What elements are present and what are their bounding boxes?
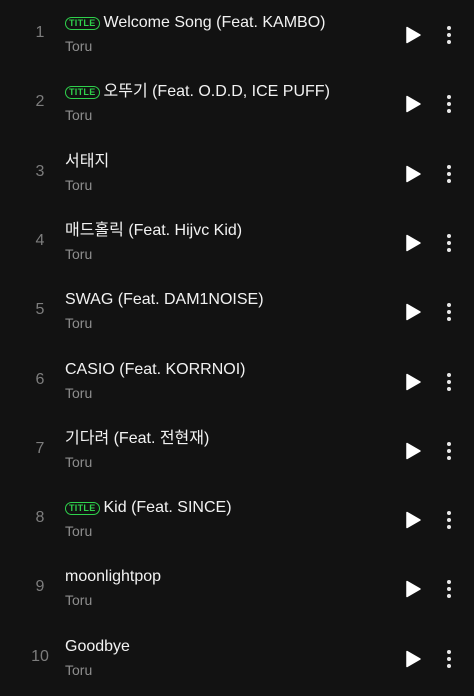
track-number: 5	[35, 301, 45, 319]
track-row[interactable]: 9 moonlightpop Toru	[0, 557, 474, 626]
track-number: 9	[35, 578, 45, 596]
track-artist: Toru	[65, 661, 93, 678]
track-title-line: Goodbye	[65, 636, 130, 658]
track-title: 기다려 (Feat. 전현재)	[65, 429, 210, 447]
track-number: 1	[35, 24, 45, 41]
track-artist: Toru	[65, 245, 93, 262]
play-icon[interactable]	[403, 94, 423, 114]
track-title-line: TITLE Welcome Song (Feat. KAMBO)	[65, 12, 326, 34]
track-row[interactable]: 3 서태지 Toru	[0, 142, 474, 211]
track-row[interactable]: 5 SWAG (Feat. DAM1NOISE) Toru	[0, 280, 474, 349]
track-artist: Toru	[65, 176, 93, 193]
track-artist: Toru	[65, 453, 93, 470]
track-title-line: TITLE Kid (Feat. SINCE)	[65, 497, 232, 519]
track-title: Kid (Feat. SINCE)	[103, 499, 232, 517]
track-number: 10	[31, 647, 49, 665]
play-icon[interactable]	[403, 441, 423, 461]
title-track-badge: TITLE	[65, 501, 100, 515]
more-vertical-icon[interactable]	[438, 162, 460, 186]
track-title: Goodbye	[65, 637, 130, 655]
more-vertical-icon[interactable]	[438, 300, 460, 324]
more-vertical-icon[interactable]	[438, 647, 460, 671]
track-artist: Toru	[65, 523, 93, 540]
track-number: 7	[35, 439, 45, 457]
track-title: SWAG (Feat. DAM1NOISE)	[65, 291, 264, 309]
track-row[interactable]: 2 TITLE 오뚜기 (Feat. O.D.D, ICE PUFF) Toru	[0, 72, 474, 141]
play-icon[interactable]	[403, 25, 423, 45]
track-row[interactable]: 6 CASIO (Feat. KORRNOI) Toru	[0, 350, 474, 419]
track-title-line: 매드홀릭 (Feat. Hijvc Kid)	[65, 220, 242, 242]
track-title: 오뚜기 (Feat. O.D.D, ICE PUFF)	[103, 83, 330, 101]
track-artist: Toru	[65, 592, 93, 609]
track-title-line: SWAG (Feat. DAM1NOISE)	[65, 289, 264, 311]
play-icon[interactable]	[403, 649, 423, 669]
play-icon[interactable]	[403, 164, 423, 184]
track-title: moonlightpop	[65, 568, 162, 586]
track-title-line: TITLE 오뚜기 (Feat. O.D.D, ICE PUFF)	[65, 81, 330, 103]
more-vertical-icon[interactable]	[438, 23, 460, 47]
track-title-line: 서태지	[65, 151, 109, 173]
track-title: 매드홀릭 (Feat. Hijvc Kid)	[65, 221, 243, 239]
track-row[interactable]: 4 매드홀릭 (Feat. Hijvc Kid) Toru	[0, 211, 474, 280]
more-vertical-icon[interactable]	[438, 92, 460, 116]
track-row[interactable]: 10 Goodbye Toru	[0, 627, 474, 696]
track-list: 1 TITLE Welcome Song (Feat. KAMBO) Toru 2 TIT…	[0, 0, 474, 679]
more-vertical-icon[interactable]	[438, 231, 460, 255]
track-artist: Toru	[65, 384, 93, 401]
more-vertical-icon[interactable]	[438, 577, 460, 601]
track-title-line: CASIO (Feat. KORRNOI)	[65, 359, 245, 381]
title-track-badge: TITLE	[65, 85, 100, 99]
play-icon[interactable]	[403, 372, 423, 392]
track-title-line: 기다려 (Feat. 전현재)	[65, 428, 209, 450]
track-number: 4	[35, 231, 45, 249]
track-number: 8	[35, 509, 45, 527]
track-row[interactable]: 7 기다려 (Feat. 전현재) Toru	[0, 419, 474, 488]
track-row[interactable]: 1 TITLE Welcome Song (Feat. KAMBO) Toru	[0, 3, 474, 72]
track-title: 서태지	[65, 152, 110, 170]
track-title: CASIO (Feat. KORRNOI)	[65, 360, 246, 378]
track-artist: Toru	[65, 107, 93, 124]
play-icon[interactable]	[403, 233, 423, 253]
play-icon[interactable]	[403, 579, 423, 599]
play-icon[interactable]	[403, 510, 423, 530]
track-row[interactable]: 8 TITLE Kid (Feat. SINCE) Toru	[0, 488, 474, 557]
track-number: 3	[35, 162, 45, 180]
more-vertical-icon[interactable]	[438, 439, 460, 463]
track-number: 2	[35, 93, 45, 111]
track-artist: Toru	[65, 38, 93, 54]
track-number: 6	[35, 370, 45, 388]
track-artist: Toru	[65, 315, 93, 332]
more-vertical-icon[interactable]	[438, 508, 460, 532]
track-title: Welcome Song (Feat. KAMBO)	[103, 14, 326, 31]
play-icon[interactable]	[403, 302, 423, 322]
more-vertical-icon[interactable]	[438, 370, 460, 394]
title-track-badge: TITLE	[65, 16, 100, 30]
track-title-line: moonlightpop	[65, 566, 161, 588]
